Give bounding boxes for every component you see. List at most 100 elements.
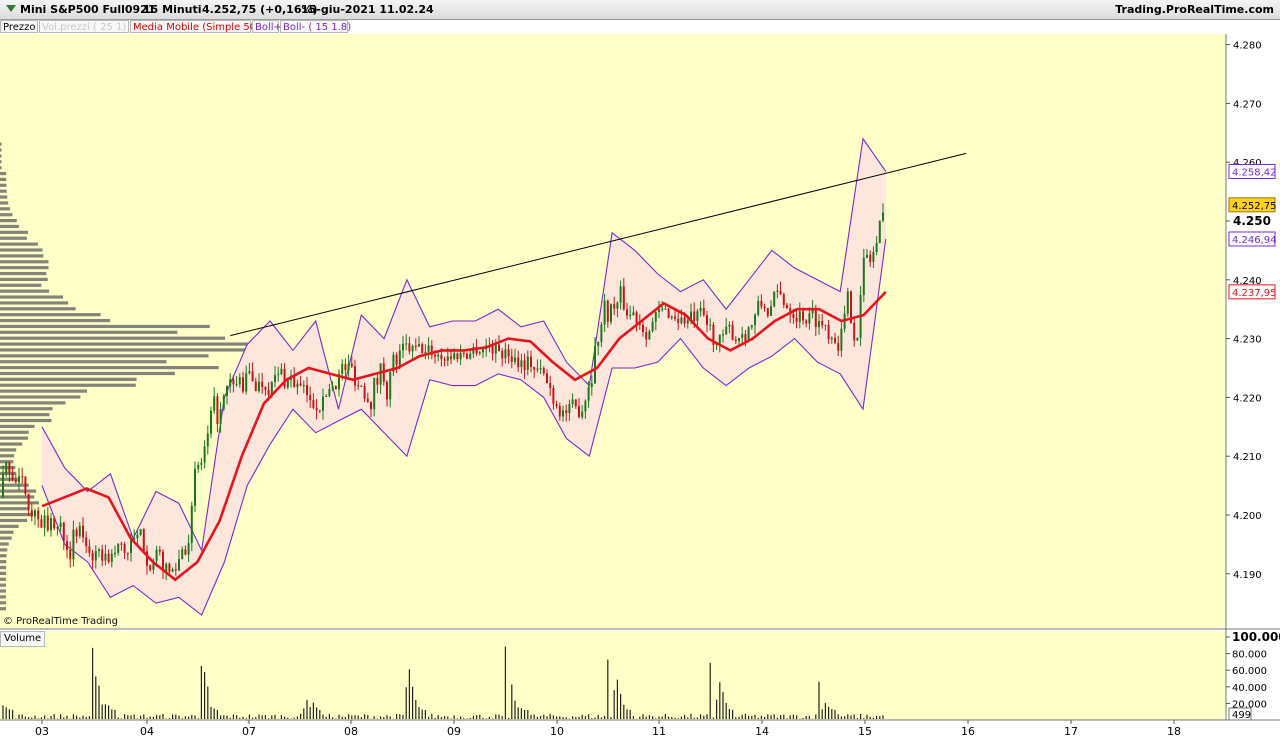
candle-body bbox=[306, 385, 308, 395]
time-tick-label: 07 bbox=[242, 725, 256, 738]
candle-body bbox=[882, 212, 884, 221]
candle-body bbox=[405, 343, 408, 345]
candle-body bbox=[427, 345, 430, 352]
price-tag-label: 4.252,75 bbox=[1232, 201, 1277, 212]
candle-body bbox=[667, 308, 670, 318]
candle-body bbox=[856, 337, 859, 341]
candle-body bbox=[731, 324, 734, 340]
volume-profile-bar bbox=[0, 183, 7, 187]
candle-body bbox=[670, 316, 673, 318]
volume-profile-bar bbox=[0, 318, 111, 323]
volume-profile-bar bbox=[0, 571, 7, 575]
candle-body bbox=[872, 251, 875, 262]
volume-profile-bar bbox=[0, 154, 2, 158]
volume-profile-bar bbox=[0, 371, 175, 376]
candle-body bbox=[53, 518, 56, 529]
candle-body bbox=[827, 324, 830, 340]
candle-body bbox=[30, 510, 33, 517]
candle-body bbox=[766, 307, 769, 316]
volume-profile-bar bbox=[0, 377, 137, 381]
candle-body bbox=[126, 552, 129, 554]
volume-profile-bar bbox=[0, 266, 49, 270]
candle-body bbox=[261, 381, 264, 388]
candle-body bbox=[530, 356, 532, 367]
candle-body bbox=[85, 537, 88, 547]
candle-body bbox=[677, 318, 680, 324]
candle-body bbox=[190, 505, 193, 544]
candle-body bbox=[536, 368, 539, 370]
candle-body bbox=[411, 345, 414, 352]
candle-body bbox=[200, 462, 203, 465]
volume-profile-bar bbox=[0, 242, 38, 246]
volume-profile-bar bbox=[0, 301, 69, 305]
candle-body bbox=[296, 383, 299, 388]
volume-profile-bar bbox=[0, 560, 7, 564]
volume-profile-bar bbox=[0, 277, 48, 281]
candle-body bbox=[69, 549, 72, 560]
candle-body bbox=[302, 385, 305, 387]
candle-body bbox=[750, 325, 753, 328]
volume-profile-bar bbox=[0, 224, 19, 229]
candle-body bbox=[62, 522, 65, 542]
volume-profile-bar bbox=[0, 342, 249, 346]
volume-panel-label[interactable]: Volume bbox=[0, 631, 46, 647]
volume-profile-bar bbox=[0, 230, 29, 234]
candle-body bbox=[763, 306, 766, 308]
candle-body bbox=[194, 468, 196, 506]
candle-body bbox=[213, 396, 216, 411]
candle-body bbox=[139, 529, 142, 535]
candle-body bbox=[494, 344, 497, 354]
candle-body bbox=[734, 339, 737, 341]
price-tag: 4.246,94 bbox=[1228, 231, 1277, 247]
candle-body bbox=[370, 401, 372, 410]
candle-body bbox=[539, 368, 542, 370]
candle-body bbox=[187, 543, 190, 555]
candle-body bbox=[251, 371, 254, 382]
candle-body bbox=[661, 308, 664, 310]
candle-body bbox=[402, 343, 404, 351]
candle-body bbox=[11, 472, 14, 481]
candle-body bbox=[82, 525, 84, 538]
time-tick-label: 17 bbox=[1064, 725, 1078, 738]
candle-body bbox=[597, 341, 600, 347]
candle-body bbox=[344, 364, 347, 371]
candle-body bbox=[24, 476, 27, 494]
candle-body bbox=[78, 525, 81, 537]
candle-body bbox=[510, 356, 513, 362]
candle-body bbox=[331, 385, 334, 390]
candle-body bbox=[459, 352, 462, 360]
candle-body bbox=[37, 510, 40, 520]
time-tick-label: 14 bbox=[755, 725, 769, 738]
candle-body bbox=[619, 286, 622, 303]
candle-body bbox=[645, 331, 648, 340]
watermark: © ProRealTime Trading bbox=[3, 616, 118, 627]
candle-body bbox=[552, 387, 555, 405]
candle-body bbox=[648, 331, 651, 340]
candle-body bbox=[571, 399, 574, 404]
volume-profile-bar bbox=[0, 448, 17, 452]
volume-profile-bar bbox=[0, 607, 7, 611]
volume-profile-bar bbox=[0, 260, 49, 264]
time-tick-label: 15 bbox=[858, 725, 872, 738]
volume-profile-bar bbox=[0, 330, 178, 334]
candle-body bbox=[46, 515, 49, 531]
candle-body bbox=[699, 307, 702, 312]
volume-profile-bar bbox=[0, 542, 9, 546]
candle-body bbox=[462, 352, 465, 354]
candle-body bbox=[318, 410, 321, 412]
candle-body bbox=[222, 395, 225, 410]
candle-body bbox=[2, 473, 4, 498]
candle-body bbox=[50, 518, 52, 531]
candle-body bbox=[418, 344, 420, 347]
candle-body bbox=[424, 351, 427, 354]
candle-body bbox=[757, 300, 760, 315]
price-chart[interactable]: 4.1904.2004.2104.2204.2304.2404.2504.260… bbox=[0, 0, 1280, 740]
time-tick-label: 11 bbox=[652, 725, 666, 738]
candle-body bbox=[610, 304, 612, 322]
candle-body bbox=[603, 300, 606, 325]
volume-profile-bar bbox=[0, 489, 37, 493]
candle-body bbox=[722, 334, 724, 336]
volume-profile-bar bbox=[0, 148, 2, 152]
candle-body bbox=[501, 351, 504, 359]
candle-body bbox=[389, 371, 392, 400]
